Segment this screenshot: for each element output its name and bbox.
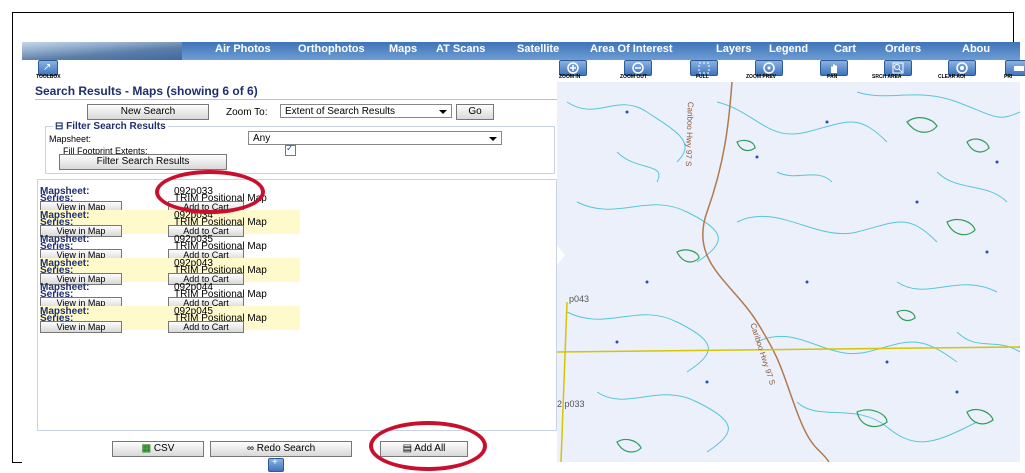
- redo-search-label: Redo Search: [256, 443, 316, 454]
- nav-orthophotos[interactable]: Orthophotos: [298, 43, 365, 55]
- fill-footprint-checkbox[interactable]: ✓: [285, 143, 296, 156]
- spreadsheet-icon: ▦: [141, 443, 152, 454]
- nav-area-of-interest[interactable]: Area Of Interest: [590, 43, 673, 55]
- contour-lines: [566, 91, 1020, 453]
- print-icon: [1014, 66, 1024, 71]
- list-item: Mapsheet: 092p045 Series: TRIM Positional M…: [40, 306, 300, 333]
- filter-header[interactable]: ⊟ Filter Search Results: [53, 121, 168, 132]
- list-item: Mapsheet: 092p044 Series: TRIM Positional M…: [40, 282, 300, 309]
- map-viewer[interactable]: Cariboo Hwy 97 S Cariboo Hwy 97 S p043 2…: [557, 82, 1020, 462]
- results-list: Mapsheet: 092p033 Series: TRIM Positional M…: [37, 179, 557, 431]
- topographic-map: [557, 82, 1020, 462]
- chevron-down-icon: [489, 137, 497, 141]
- zoom-in-label: ZOOM IN: [559, 74, 581, 80]
- nav-cart[interactable]: Cart: [834, 43, 856, 55]
- nav-orders[interactable]: Orders: [885, 43, 921, 55]
- top-navigation: Air Photos Orthophotos Maps AT Scans Sat…: [22, 42, 1020, 60]
- nav-maps[interactable]: Maps: [389, 43, 417, 55]
- annotation-circle-add-all: [369, 421, 487, 471]
- full-extent-icon: [698, 62, 710, 74]
- mapsheet-select-value: Any: [253, 133, 271, 144]
- zoom-out-icon: [632, 62, 644, 74]
- clear-aoi-label: CLEAR AOI: [938, 74, 966, 80]
- status-strip: +: [22, 457, 1020, 473]
- forest-patches: [616, 117, 994, 453]
- pan-icon: [831, 64, 837, 73]
- list-item: Mapsheet: 092p043 Series: TRIM Positional M…: [40, 258, 300, 285]
- chevron-down-icon: [439, 110, 447, 114]
- annotation-circle-add-to-cart: [155, 170, 265, 214]
- zoom-prev-icon: [763, 62, 775, 74]
- zoom-to-select[interactable]: Extent of Search Results: [280, 104, 452, 118]
- new-search-button[interactable]: New Search: [87, 104, 209, 120]
- nav-at-scans[interactable]: AT Scans: [436, 43, 485, 55]
- nav-layers[interactable]: Layers: [716, 43, 751, 55]
- zoom-prev-label: ZOOM PREV: [746, 74, 777, 80]
- highway-road: [701, 82, 830, 462]
- filter-search-results-button[interactable]: Filter Search Results: [59, 154, 227, 170]
- map-toolbar: ↗ TOOLBOX ZOOM IN ZOOM OUT FULL ZOOM PRE…: [22, 60, 1025, 82]
- search-results-panel: Search Results - Maps (showing 6 of 6) N…: [35, 82, 557, 462]
- full-extent-label: FULL: [696, 74, 709, 80]
- panel-collapse-handle[interactable]: [557, 245, 565, 265]
- search-area-label: SRCH AREA: [872, 74, 902, 80]
- nav-air-photos[interactable]: Air Photos: [215, 43, 271, 55]
- sheet-boundary-horizontal: [557, 346, 1020, 353]
- mapsheet-filter-label: Mapsheet:: [49, 134, 92, 144]
- clear-aoi-icon: [956, 62, 968, 74]
- map-sheet-label-p043: p043: [569, 294, 590, 304]
- toolbox-icon: ↗: [43, 62, 52, 73]
- csv-label: CSV: [153, 443, 175, 454]
- list-item: Mapsheet: 092p035 Series: TRIM Positional M…: [40, 234, 300, 261]
- csv-button[interactable]: ▦ CSV: [112, 441, 204, 457]
- toolbox-label: TOOLBOX: [36, 74, 61, 80]
- print-label: PRI: [1004, 74, 1013, 80]
- view-in-map-button[interactable]: View in Map: [40, 321, 122, 333]
- filter-title: Filter Search Results: [66, 121, 166, 132]
- zoom-to-label: Zoom To:: [226, 107, 268, 118]
- zoom-in-icon: [567, 62, 579, 74]
- nav-about[interactable]: Abou: [962, 43, 990, 55]
- page-title: Search Results - Maps (showing 6 of 6): [35, 84, 258, 98]
- map-sheet-label-p033: 2 p033: [557, 399, 585, 409]
- collapse-icon[interactable]: ⊟: [55, 121, 63, 132]
- search-area-icon: [892, 62, 904, 74]
- add-to-cart-button[interactable]: Add to Cart: [168, 321, 244, 333]
- banner-mountain-image: [22, 42, 182, 60]
- go-button[interactable]: Go: [456, 104, 494, 120]
- redo-search-button[interactable]: ∞ Redo Search: [210, 441, 352, 457]
- nav-legend[interactable]: Legend: [769, 43, 808, 55]
- pan-label: PAN: [827, 74, 838, 80]
- zoom-in-icon: +: [272, 457, 278, 468]
- zoom-out-label: ZOOM OUT: [620, 74, 647, 80]
- list-item: Mapsheet: 092p034 Series: TRIM Positional M…: [40, 210, 300, 237]
- zoom-to-value: Extent of Search Results: [285, 106, 396, 117]
- sheet-boundary-vertical: [560, 301, 568, 462]
- check-icon: ✓: [286, 143, 294, 153]
- binoculars-icon: ∞: [246, 443, 254, 454]
- zoom-in-small-button[interactable]: +: [268, 457, 284, 472]
- title-divider: [35, 99, 557, 100]
- nav-satellite[interactable]: Satellite: [517, 43, 559, 55]
